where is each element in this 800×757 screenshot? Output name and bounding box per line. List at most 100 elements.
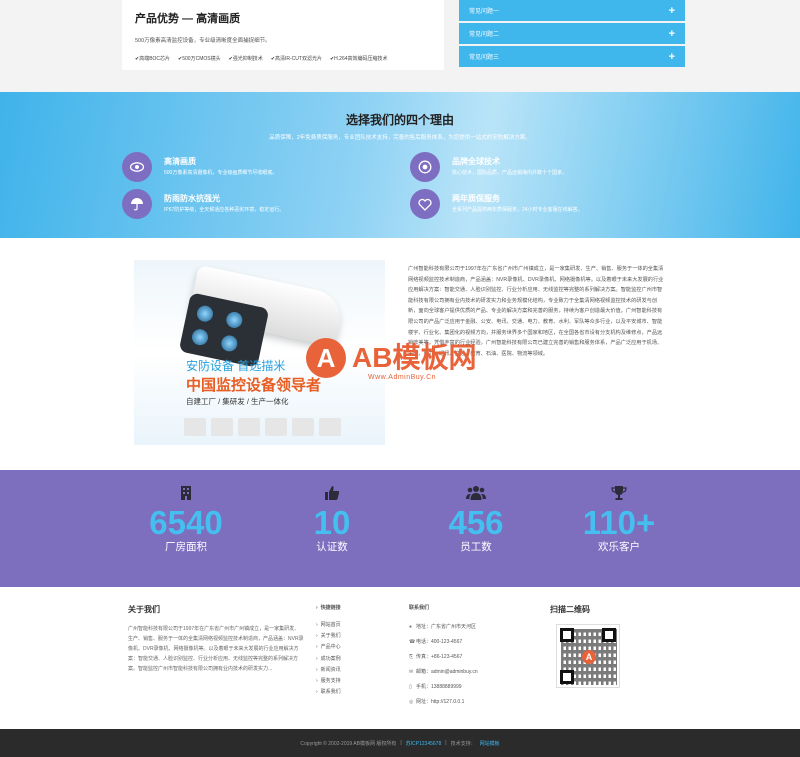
accordion-item[interactable]: 常见问题三 + — [459, 46, 685, 67]
stat-number: 6540 — [149, 504, 223, 541]
product-thumbnails — [184, 418, 341, 436]
stat-label: 员工数 — [460, 541, 492, 553]
reason-title: 两年质保服务 — [452, 194, 500, 203]
footer-contact: 联系我们 ● 地址：广东省广州市天河区 ☎电话：400-123-4567 ⎘ 传真：… — [409, 604, 478, 710]
plus-icon[interactable]: + — [669, 28, 675, 40]
contact-website[interactable]: ◎ 网址：http://127.0.0.1 — [409, 695, 478, 710]
contact-address: ● 地址：广东省广州市天河区 — [409, 620, 478, 635]
banner-subline: 自建工厂 / 集研发 / 生产一体化 — [186, 397, 289, 406]
copyright-text: Copyright © 2002-2019 AB模板网 版权所有 — [300, 740, 397, 747]
location-icon: ● — [409, 624, 413, 630]
accordion-item-label: 常见问题三 — [469, 55, 500, 61]
icp-link[interactable]: 苏ICP12345678 — [406, 740, 442, 747]
footer-quick-links: 快捷链接 网站首页 关于我们 产品中心 成功案例 新闻资讯 服务支持 联系我们 — [316, 604, 341, 698]
footer-qr-title: 扫描二维码 — [550, 605, 590, 614]
advantages-description: 500万像素高清监控设备，专业级清晰度全面捕捉细节。 — [135, 38, 271, 44]
contact-mobile: ▯ 手机：13888889999 — [409, 680, 478, 695]
feature-item: 500万CMOS镜头 — [178, 55, 220, 62]
banner-headline: 中国监控设备领导者 — [186, 377, 322, 394]
feature-item: 高清IR-CUT双滤光片 — [271, 55, 322, 62]
plus-icon[interactable]: + — [669, 51, 675, 63]
reason-item: 两年质保服务 全系列产品提供两年质保服务，24小时专业客服在线解答。 — [410, 189, 680, 219]
footer-about: 关于我们 广州智能科技有限公司于1997年在广东省广州市广州镇成立，是一家集研发… — [128, 604, 304, 674]
product-thumbnail — [211, 418, 233, 436]
target-icon — [410, 152, 440, 182]
product-thumbnail — [319, 418, 341, 436]
footer-link[interactable]: 成功案例 — [316, 654, 341, 665]
footer-link[interactable]: 服务支持 — [316, 676, 341, 687]
product-banner-image: 安防设备 首选描米 中国监控设备领导者 自建工厂 / 集研发 / 生产一体化 — [134, 260, 385, 445]
qr-code-image: A — [556, 624, 620, 688]
heart-icon — [410, 189, 440, 219]
phone-icon: ☎ — [409, 639, 416, 645]
stat-label: 厂房面积 — [165, 541, 207, 553]
contact-phone: ☎电话：400-123-4567 — [409, 635, 478, 650]
reason-title: 高清画质 — [164, 157, 196, 166]
footer-link[interactable]: 联系我们 — [316, 687, 341, 698]
about-description: 广州智能科技有限公司于1997年在广东省广州市广州镇成立，是一家集研发、生产、销… — [408, 266, 664, 357]
stats-section: 6540 厂房面积 10 认证数 456 员工数 110+ 欢乐客户 — [0, 470, 800, 587]
umbrella-icon — [122, 189, 152, 219]
tech-support-label: 技术支持： — [450, 740, 476, 747]
about-section: 安防设备 首选描米 中国监控设备领导者 自建工厂 / 集研发 / 生产一体化 广… — [0, 238, 800, 470]
reason-desc: 500万像素高清摄像机，专业级画质细节尽收眼底。 — [164, 170, 278, 176]
stat-label: 认证数 — [316, 541, 348, 553]
reason-desc: 核心技术，国际品质，产品远销海内外数十个国家。 — [452, 170, 568, 176]
stat-item: 6540 厂房面积 — [116, 470, 256, 554]
trophy-icon — [549, 485, 689, 503]
contact-fax: ⎘ 传真：+86-123-4567 — [409, 650, 478, 665]
top-strip: 产品优势 — 高清画质 500万像素高清监控设备，专业级清晰度全面捕捉细节。 高… — [0, 0, 800, 92]
advantages-title: 产品优势 — 高清画质 — [135, 13, 241, 25]
reasons-title: 选择我们的四个理由 — [345, 113, 454, 127]
product-thumbnail — [292, 418, 314, 436]
reason-item: 防雨防水抗强光 IP67防护等级，全天候适应各种恶劣环境，稳定运行。 — [122, 189, 392, 219]
footer-link[interactable]: 关于我们 — [316, 631, 341, 642]
footer-link[interactable]: 产品中心 — [316, 642, 341, 653]
reasons-section: 选择我们的四个理由 品质保障，2年免费质保服务，专业团队技术支持，完善的售后服务… — [0, 92, 800, 238]
footer-link[interactable]: 网站首页 — [316, 620, 341, 631]
copyright-bar: Copyright © 2002-2019 AB模板网 版权所有 | 苏ICP1… — [0, 729, 800, 757]
stat-number: 456 — [448, 504, 504, 541]
accordion-item-label: 常见问题二 — [469, 32, 500, 38]
faq-accordion: 常见问题一 + 常见问题二 + 常见问题三 + — [459, 0, 685, 69]
building-icon — [116, 485, 256, 503]
globe-icon: ◎ — [409, 699, 414, 705]
footer-contact-title: 联系我们 — [409, 605, 430, 611]
stat-item: 456 员工数 — [406, 470, 546, 554]
feature-item: 高端BOC芯片 — [135, 55, 170, 62]
reason-item: 高清画质 500万像素高清摄像机，专业级画质细节尽收眼底。 — [122, 152, 392, 182]
reason-desc: 全系列产品提供两年质保服务，24小时专业客服在线解答。 — [452, 207, 583, 213]
footer-link[interactable]: 新闻资讯 — [316, 665, 341, 676]
users-icon — [406, 485, 546, 503]
contact-email[interactable]: ✉ 邮箱：admin@adminbuy.cn — [409, 665, 478, 680]
product-thumbnail — [184, 418, 206, 436]
accordion-item[interactable]: 常见问题二 + — [459, 23, 685, 44]
mail-icon: ✉ — [409, 669, 414, 675]
thumbs-up-icon — [262, 485, 402, 503]
feature-item: 强光抑制技术 — [229, 55, 263, 62]
stat-label: 欢乐客户 — [598, 541, 640, 553]
reason-title: 防雨防水抗强光 — [164, 194, 220, 203]
feature-item: H.264高效编码压缩技术 — [330, 55, 387, 62]
mobile-icon: ▯ — [409, 684, 412, 690]
reason-title: 品牌全球技术 — [452, 157, 500, 166]
accordion-item[interactable]: 常见问题一 + — [459, 0, 685, 21]
stat-item: 10 认证数 — [262, 470, 402, 554]
footer-links-title: 快捷链接 — [316, 604, 341, 611]
stat-item: 110+ 欢乐客户 — [549, 470, 689, 554]
stat-number: 110+ — [582, 504, 656, 541]
qr-logo-icon: A — [582, 650, 596, 664]
reason-item: 品牌全球技术 核心技术，国际品质，产品远销海内外数十个国家。 — [410, 152, 680, 182]
footer-qr: 扫描二维码 A — [550, 604, 620, 688]
site-footer: 关于我们 广州智能科技有限公司于1997年在广东省广州市广州镇成立，是一家集研发… — [0, 587, 800, 729]
reason-desc: IP67防护等级，全天候适应各种恶劣环境，稳定运行。 — [164, 207, 285, 213]
advantages-card: 产品优势 — 高清画质 500万像素高清监控设备，专业级清晰度全面捕捉细节。 高… — [122, 0, 444, 70]
stat-number: 10 — [313, 504, 351, 541]
product-thumbnail — [238, 418, 260, 436]
tech-support-link[interactable]: 网站模板 — [480, 740, 500, 747]
reasons-subtitle: 品质保障，2年免费质保服务，专业团队技术支持，完善的售后服务体系，为您提供一站式… — [269, 135, 531, 141]
footer-about-title: 关于我们 — [128, 605, 160, 614]
eye-icon — [122, 152, 152, 182]
footer-about-text: 广州智能科技有限公司于1997年在广东省广州市广州镇成立，是一家集研发、生产、销… — [128, 626, 304, 672]
plus-icon[interactable]: + — [669, 5, 675, 17]
